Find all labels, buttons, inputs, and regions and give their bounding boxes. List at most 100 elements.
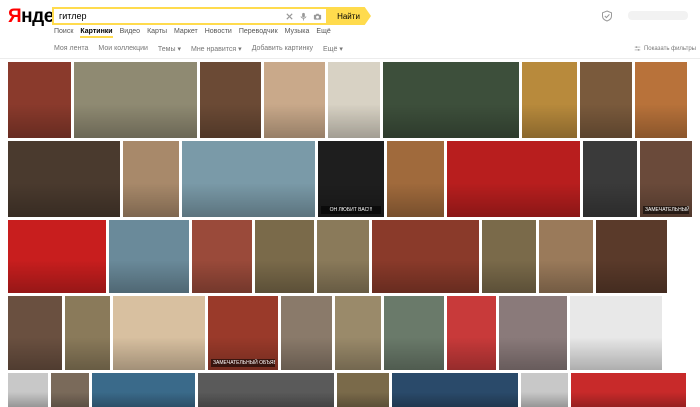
image-result-tile[interactable] xyxy=(182,141,315,217)
image-result-tile[interactable] xyxy=(92,373,195,407)
tab-0[interactable]: Поиск xyxy=(54,28,73,38)
image-result-tile[interactable] xyxy=(570,296,662,370)
image-result-tile[interactable] xyxy=(8,141,120,217)
tab-5[interactable]: Новости xyxy=(205,28,232,38)
image-result-tile[interactable] xyxy=(264,62,325,138)
subnav-item-2[interactable]: Темы ▾ xyxy=(158,45,181,53)
tile-shade xyxy=(499,336,567,370)
tile-shade xyxy=(255,260,314,293)
tile-shade xyxy=(182,182,315,217)
camera-icon[interactable] xyxy=(313,12,322,21)
result-row xyxy=(8,62,687,138)
image-result-tile[interactable] xyxy=(123,141,179,217)
image-result-tile[interactable] xyxy=(580,62,632,138)
image-result-tile[interactable] xyxy=(317,220,369,293)
image-result-tile[interactable]: ОН ЛЮБИТ ВАС!!! xyxy=(318,141,384,217)
result-row xyxy=(8,373,686,407)
tab-3[interactable]: Карты xyxy=(147,28,167,38)
image-result-tile[interactable] xyxy=(384,296,444,370)
image-result-tile[interactable] xyxy=(8,296,62,370)
image-result-tile[interactable] xyxy=(198,373,334,407)
microphone-icon[interactable] xyxy=(299,12,308,21)
show-filters-link[interactable]: Показать фильтры xyxy=(634,45,696,52)
image-result-tile[interactable] xyxy=(447,141,580,217)
image-result-tile[interactable] xyxy=(499,296,567,370)
image-result-tile[interactable] xyxy=(635,62,687,138)
tile-shade xyxy=(522,103,577,138)
image-results-grid: ОН ЛЮБИТ ВАС!!! ЗАМЕЧАТЕЛЬНЫЙ ОБЪЯВИ ЗАМЕЧ… xyxy=(0,62,700,407)
image-result-tile[interactable] xyxy=(522,62,577,138)
tile-shade xyxy=(113,336,205,370)
close-icon[interactable] xyxy=(285,12,294,21)
tile-shade xyxy=(447,182,580,217)
tile-shade xyxy=(8,103,71,138)
image-result-tile[interactable] xyxy=(74,62,197,138)
service-tabs: Поиск Картинки Видео Карты Маркет Новости Пере… xyxy=(54,28,331,38)
search-input[interactable] xyxy=(54,9,285,23)
tile-shade xyxy=(387,182,444,217)
tab-2[interactable]: Видео xyxy=(120,28,140,38)
image-result-tile[interactable] xyxy=(65,296,110,370)
image-result-tile[interactable] xyxy=(583,141,637,217)
tile-shade xyxy=(539,260,593,293)
image-result-tile[interactable] xyxy=(383,62,519,138)
tile-shade xyxy=(635,103,687,138)
image-result-tile[interactable] xyxy=(8,373,48,407)
subnav-item-5[interactable]: Ещё ▾ xyxy=(323,45,343,53)
tile-shade xyxy=(74,103,197,138)
tab-6[interactable]: Переводчик xyxy=(239,28,278,38)
subnav-item-1[interactable]: Мои коллекции xyxy=(98,45,148,53)
image-result-tile[interactable]: ЗАМЕЧАТЕЛЬНЫЙ ОБЪЯВИ xyxy=(640,141,692,217)
header-divider xyxy=(0,58,700,59)
user-area-placeholder xyxy=(628,11,688,20)
image-result-tile[interactable] xyxy=(200,62,261,138)
tab-1[interactable]: Картинки xyxy=(80,28,113,38)
tile-shade xyxy=(337,391,389,407)
tile-shade xyxy=(8,182,120,217)
image-result-tile[interactable] xyxy=(8,220,106,293)
image-result-tile[interactable] xyxy=(387,141,444,217)
subnav-item-3[interactable]: Мне нравится ▾ xyxy=(191,45,242,53)
result-row: ЗАМЕЧАТЕЛЬНЫЙ ОБЪЯВИ xyxy=(8,296,662,370)
image-result-tile[interactable] xyxy=(192,220,252,293)
image-result-tile[interactable] xyxy=(447,296,496,370)
tab-7[interactable]: Музыка xyxy=(285,28,310,38)
image-result-tile[interactable] xyxy=(335,296,381,370)
image-result-tile[interactable] xyxy=(372,220,479,293)
result-row: ОН ЛЮБИТ ВАС!!! ЗАМЕЧАТЕЛЬНЫЙ ОБЪЯВИ xyxy=(8,141,692,217)
image-result-tile[interactable] xyxy=(109,220,189,293)
subnav-item-4[interactable]: Добавить картинку xyxy=(252,45,313,53)
tile-shade xyxy=(335,336,381,370)
search-button[interactable]: Найти xyxy=(326,7,371,25)
tile-caption: ЗАМЕЧАТЕЛЬНЫЙ ОБЪЯВИ xyxy=(643,206,689,214)
header: Яндекс Найти ПоискКартинкиВидеоКартыМарк… xyxy=(0,0,700,62)
image-result-tile[interactable] xyxy=(113,296,205,370)
image-result-tile[interactable] xyxy=(8,62,71,138)
tile-shade xyxy=(580,103,632,138)
tile-shade xyxy=(317,260,369,293)
image-result-tile[interactable] xyxy=(539,220,593,293)
tab-4[interactable]: Маркет xyxy=(174,28,198,38)
image-result-tile[interactable] xyxy=(482,220,536,293)
tile-shade xyxy=(482,260,536,293)
tile-shade xyxy=(109,260,189,293)
tile-shade xyxy=(281,336,332,370)
image-result-tile[interactable] xyxy=(392,373,518,407)
result-row xyxy=(8,220,667,293)
tile-shade xyxy=(372,260,479,293)
image-result-tile[interactable] xyxy=(337,373,389,407)
image-result-tile[interactable]: ЗАМЕЧАТЕЛЬНЫЙ ОБЪЯВИ xyxy=(208,296,278,370)
image-result-tile[interactable] xyxy=(571,373,686,407)
image-result-tile[interactable] xyxy=(255,220,314,293)
tile-caption: ОН ЛЮБИТ ВАС!!! xyxy=(321,206,381,214)
image-result-tile[interactable] xyxy=(51,373,89,407)
shield-icon[interactable] xyxy=(601,10,613,22)
tab-8[interactable]: Ещё xyxy=(316,28,330,38)
subnav-item-0[interactable]: Моя лента xyxy=(54,45,88,53)
image-result-tile[interactable] xyxy=(521,373,568,407)
image-result-tile[interactable] xyxy=(596,220,667,293)
image-result-tile[interactable] xyxy=(328,62,380,138)
image-result-tile[interactable] xyxy=(281,296,332,370)
tile-shade xyxy=(571,391,686,407)
tile-shade xyxy=(583,182,637,217)
